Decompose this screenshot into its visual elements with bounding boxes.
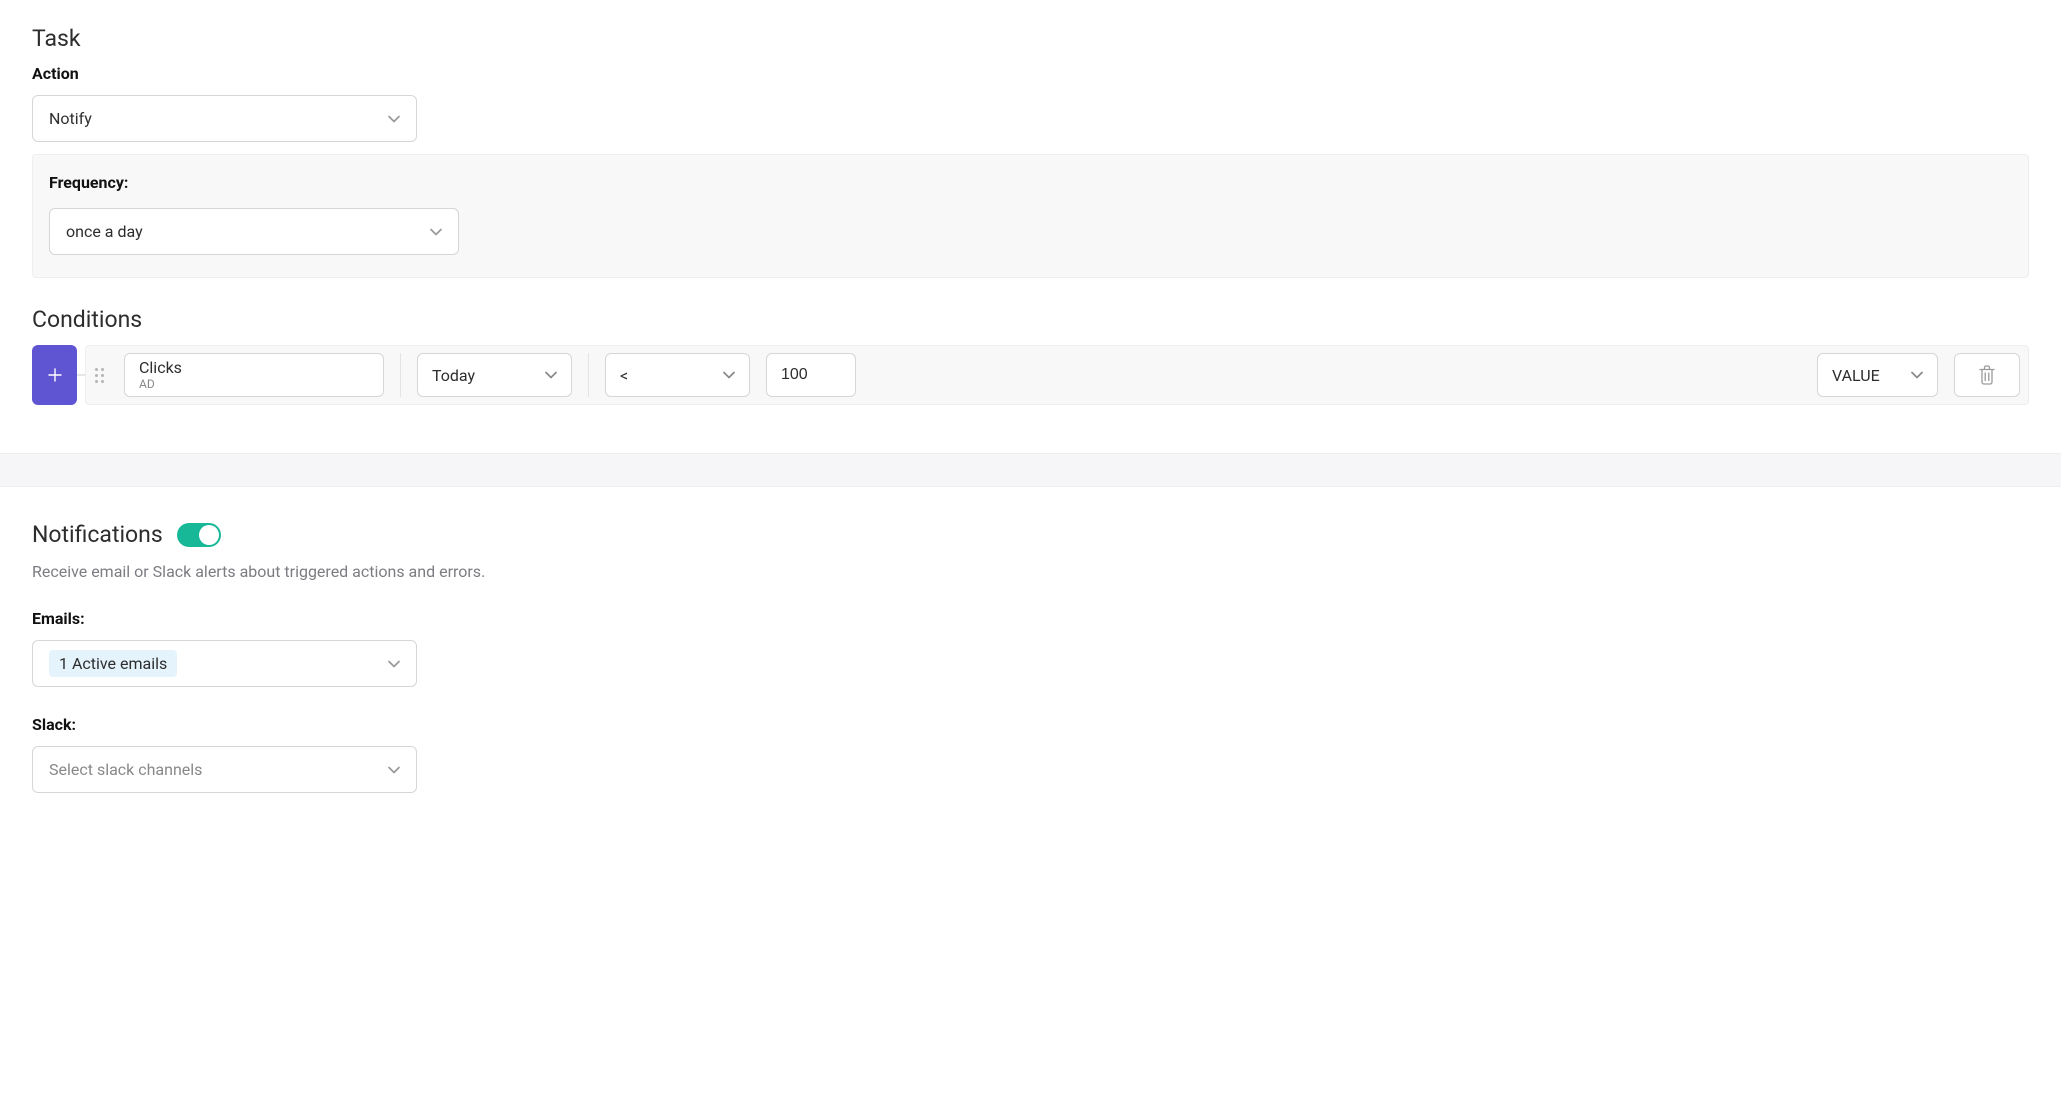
notifications-helper: Receive email or Slack alerts about trig… [32, 562, 2029, 581]
conditions-heading: Conditions [32, 306, 2029, 333]
chevron-down-icon [388, 766, 400, 774]
chevron-down-icon [1911, 371, 1923, 379]
operator-value: < [620, 366, 628, 385]
metric-level: AD [139, 377, 369, 391]
emails-tag: 1 Active emails [49, 650, 177, 677]
chevron-down-icon [723, 371, 735, 379]
emails-select[interactable]: 1 Active emails [32, 640, 417, 687]
action-value: Notify [49, 109, 92, 128]
value-type-select[interactable]: VALUE [1817, 353, 1938, 397]
conditions-row-container: Clicks AD Today < VALUE [32, 345, 2029, 405]
timeframe-select[interactable]: Today [417, 353, 572, 397]
frequency-card: Frequency: once a day [32, 154, 2029, 278]
slack-label: Slack: [32, 715, 2029, 734]
timeframe-value: Today [432, 366, 475, 385]
operator-select[interactable]: < [605, 353, 750, 397]
delete-condition-button[interactable] [1954, 353, 2020, 397]
chevron-down-icon [545, 371, 557, 379]
chevron-down-icon [388, 660, 400, 668]
notifications-heading: Notifications [32, 521, 2029, 548]
connector-line [77, 374, 85, 376]
notifications-toggle[interactable] [177, 523, 221, 547]
frequency-label: Frequency: [49, 173, 2012, 192]
frequency-value: once a day [66, 222, 143, 241]
section-divider [0, 453, 2061, 487]
slack-placeholder: Select slack channels [49, 760, 202, 779]
add-condition-button[interactable] [32, 345, 77, 405]
task-heading: Task [32, 25, 2029, 52]
value-input[interactable] [766, 353, 856, 397]
trash-icon [1978, 365, 1996, 385]
condition-row: Clicks AD Today < VALUE [85, 345, 2029, 405]
plus-icon [48, 368, 62, 382]
chevron-down-icon [430, 228, 442, 236]
drag-handle-icon[interactable] [94, 368, 108, 383]
value-type-value: VALUE [1832, 366, 1880, 385]
action-select[interactable]: Notify [32, 95, 417, 142]
divider [400, 353, 401, 397]
divider [588, 353, 589, 397]
metric-name: Clicks [139, 358, 369, 377]
slack-select[interactable]: Select slack channels [32, 746, 417, 793]
emails-label: Emails: [32, 609, 2029, 628]
chevron-down-icon [388, 115, 400, 123]
frequency-select[interactable]: once a day [49, 208, 459, 255]
notifications-title: Notifications [32, 521, 163, 548]
action-label: Action [32, 64, 2029, 83]
metric-select[interactable]: Clicks AD [124, 353, 384, 397]
